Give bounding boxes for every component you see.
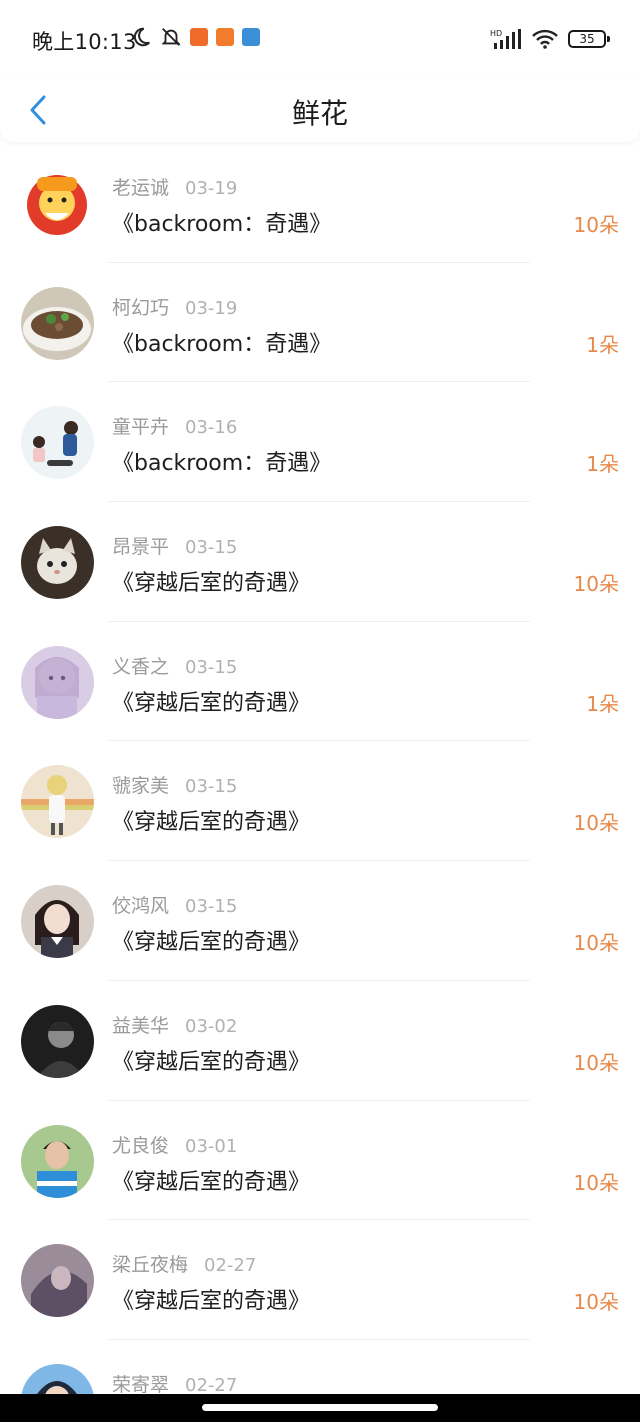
flower-amount: 10朵 — [573, 1290, 619, 1315]
book-title: 《穿越后室的奇遇》 — [112, 571, 311, 597]
avatar[interactable] — [21, 167, 94, 240]
sender-name: 虢家美 — [112, 775, 170, 798]
flower-amount: 10朵 — [573, 572, 619, 597]
battery-indicator: 35 — [568, 30, 610, 48]
send-date: 03-02 — [185, 1015, 238, 1037]
avatar[interactable] — [21, 526, 94, 600]
avatar[interactable] — [21, 1244, 94, 1318]
sender-info: 佼鸿风 03-15 — [112, 891, 237, 918]
app-notification-icon — [242, 28, 260, 46]
avatar[interactable] — [21, 1004, 94, 1078]
sender-info: 老运诚 03-19 — [112, 173, 237, 200]
send-date: 03-19 — [185, 297, 238, 319]
sender-name: 老运诚 — [112, 177, 170, 199]
network-label: HD — [490, 29, 502, 38]
book-title: 《穿越后室的奇遇》 — [112, 690, 311, 716]
app-notification-icon — [190, 28, 208, 46]
avatar[interactable] — [21, 406, 94, 480]
status-icons-right: HD 35 — [490, 28, 610, 50]
status-time: 晚上10:13 — [32, 30, 137, 54]
flower-amount: 10朵 — [573, 931, 619, 956]
list-item[interactable]: 益美华 03-02 《穿越后室的奇遇》 10朵 — [0, 981, 640, 1101]
book-title: 《backroom：奇遇》 — [112, 331, 332, 357]
flower-amount: 10朵 — [573, 1170, 619, 1195]
list-item[interactable]: 昂景平 03-15 《穿越后室的奇遇》 10朵 — [0, 502, 640, 622]
book-title: 《backroom：奇遇》 — [112, 451, 332, 477]
bell-off-icon — [161, 28, 181, 46]
flower-amount: 1朵 — [586, 452, 619, 477]
avatar[interactable] — [21, 286, 94, 360]
nav-bar: 鲜花 — [0, 78, 640, 142]
sender-name: 义香之 — [112, 655, 170, 678]
send-date: 03-15 — [185, 776, 238, 798]
status-bar: 晚上10:13 HD 35 — [0, 0, 640, 78]
wifi-icon — [532, 29, 558, 49]
gesture-bar — [0, 1394, 640, 1422]
status-icons-left — [130, 26, 260, 48]
sender-info: 虢家美 03-15 — [112, 771, 237, 798]
send-date: 03-16 — [185, 417, 238, 439]
list-item[interactable]: 尤良俊 03-01 《穿越后室的奇遇》 10朵 — [0, 1101, 640, 1221]
book-title: 《穿越后室的奇遇》 — [112, 1289, 311, 1315]
send-date: 02-27 — [185, 1374, 238, 1396]
send-date: 02-27 — [204, 1255, 257, 1277]
sender-info: 柯幻巧 03-19 — [112, 293, 237, 320]
sender-name: 梁丘夜梅 — [112, 1254, 189, 1277]
sender-info: 梁丘夜梅 02-27 — [112, 1250, 256, 1277]
avatar[interactable] — [21, 645, 94, 719]
list-item[interactable]: 童平卉 03-16 《backroom：奇遇》 1朵 — [0, 382, 640, 503]
avatar[interactable] — [21, 1124, 94, 1198]
book-title: 《穿越后室的奇遇》 — [112, 930, 311, 956]
sender-name: 益美华 — [112, 1014, 170, 1037]
book-title: 《backroom：奇遇》 — [112, 212, 332, 237]
flower-amount: 10朵 — [573, 1050, 619, 1075]
sender-name: 佼鸿风 — [112, 895, 170, 918]
sender-info: 尤良俊 03-01 — [112, 1131, 237, 1158]
sender-info: 荣寄翠 02-27 — [112, 1370, 237, 1397]
list-item[interactable]: 柯幻巧 03-19 《backroom：奇遇》 1朵 — [0, 263, 640, 383]
send-date: 03-15 — [185, 537, 238, 559]
sender-info: 益美华 03-02 — [112, 1011, 237, 1038]
flower-amount: 10朵 — [573, 213, 619, 237]
signal-icon: HD — [490, 29, 521, 49]
list-item[interactable]: 老运诚 03-19 《backroom：奇遇》 10朵 — [0, 143, 640, 263]
flower-amount: 10朵 — [573, 811, 619, 836]
send-date: 03-15 — [185, 656, 238, 678]
app-notification-icon — [216, 28, 234, 46]
avatar[interactable] — [21, 885, 94, 959]
list-item[interactable]: 义香之 03-15 《穿越后室的奇遇》 1朵 — [0, 622, 640, 742]
send-date: 03-15 — [185, 896, 238, 918]
sender-name: 柯幻巧 — [112, 296, 170, 319]
flower-amount: 1朵 — [586, 691, 619, 716]
send-date: 03-01 — [185, 1135, 238, 1157]
sender-name: 尤良俊 — [112, 1134, 170, 1157]
moon-icon — [133, 27, 150, 47]
avatar[interactable] — [21, 765, 94, 839]
list-item[interactable]: 佼鸿风 03-15 《穿越后室的奇遇》 10朵 — [0, 861, 640, 981]
sender-name: 昂景平 — [112, 536, 170, 559]
flower-record-list: 老运诚 03-19 《backroom：奇遇》 10朵 柯幻巧 03-19 《bac… — [0, 143, 640, 1422]
book-title: 《穿越后室的奇遇》 — [112, 810, 311, 836]
sender-info: 昂景平 03-15 — [112, 532, 237, 559]
list-item[interactable]: 虢家美 03-15 《穿越后室的奇遇》 10朵 — [0, 741, 640, 862]
sender-info: 义香之 03-15 — [112, 652, 237, 679]
book-title: 《穿越后室的奇遇》 — [112, 1169, 311, 1195]
list-item[interactable]: 梁丘夜梅 02-27 《穿越后室的奇遇》 10朵 — [0, 1220, 640, 1340]
book-title: 《穿越后室的奇遇》 — [112, 1049, 311, 1075]
home-indicator[interactable] — [202, 1404, 438, 1411]
flower-amount: 1朵 — [586, 332, 619, 357]
sender-info: 童平卉 03-16 — [112, 412, 237, 439]
sender-name: 童平卉 — [112, 416, 170, 439]
send-date: 03-19 — [185, 178, 238, 199]
sender-name: 荣寄翠 — [112, 1373, 170, 1396]
page-title: 鲜花 — [291, 97, 348, 130]
